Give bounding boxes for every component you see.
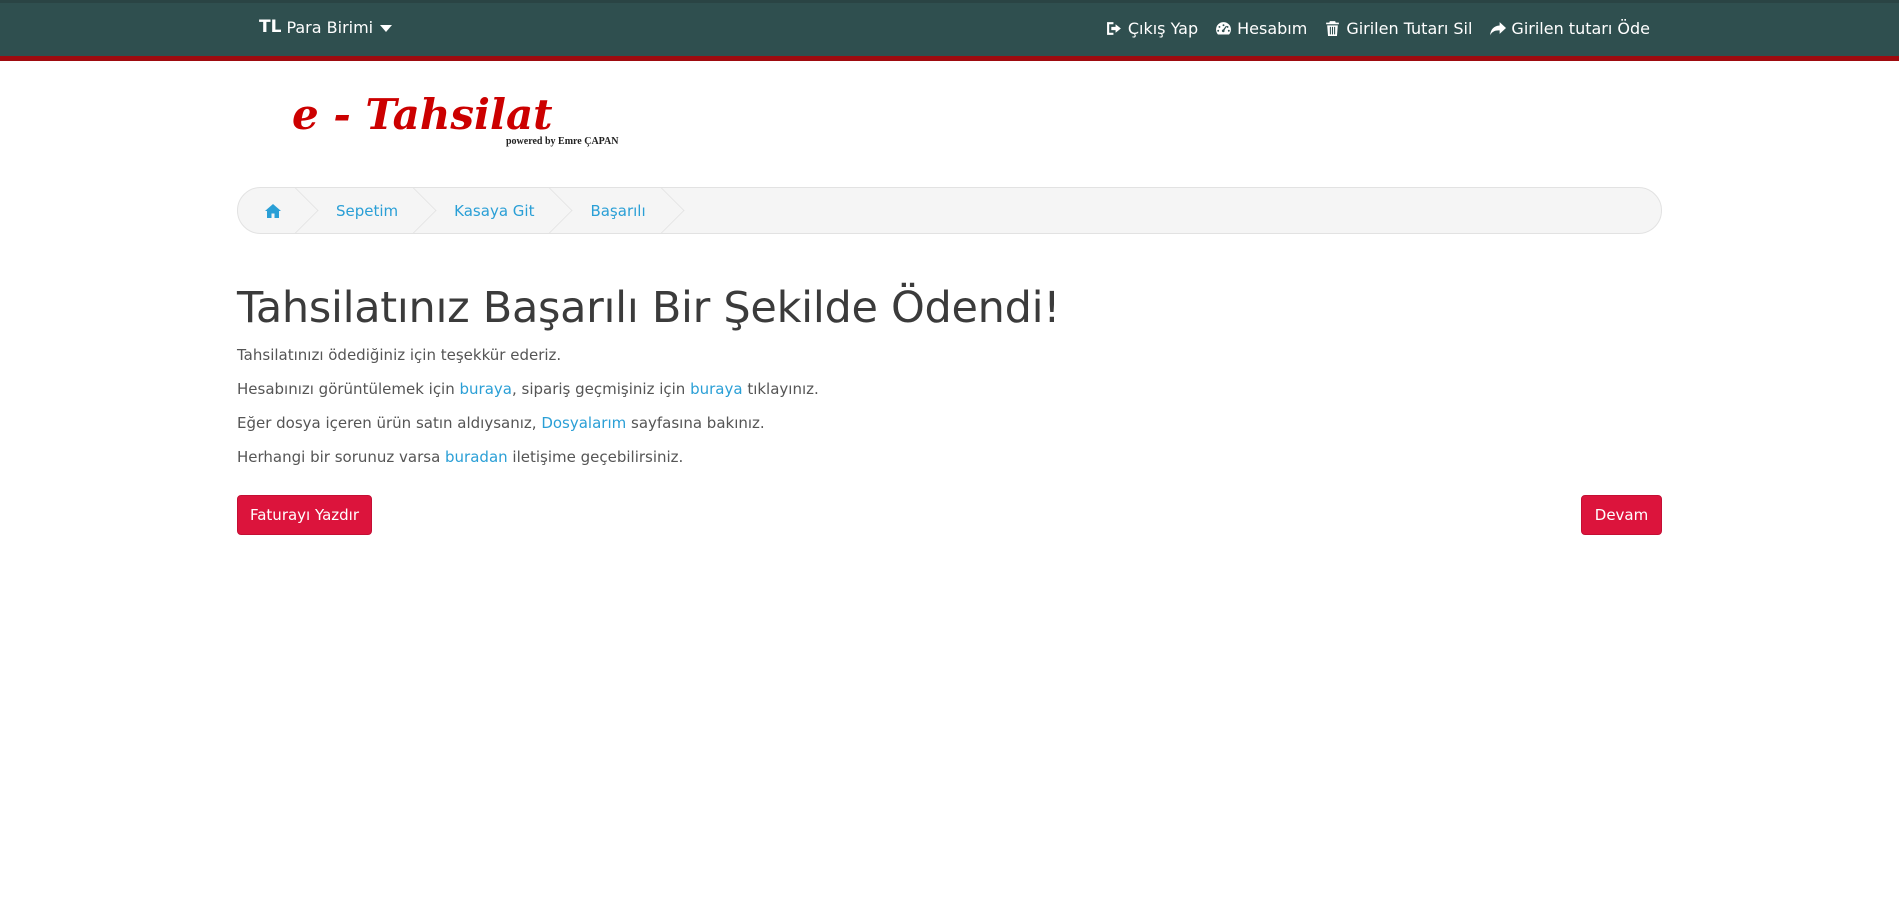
pay-amount-label: Girilen tutarı Öde xyxy=(1511,19,1650,38)
breadcrumb-success-label: Başarılı xyxy=(590,201,646,220)
trash-icon xyxy=(1326,21,1340,36)
logout-label: Çıkış Yap xyxy=(1127,19,1199,38)
breadcrumb-cart[interactable]: Sepetim xyxy=(306,188,424,233)
logo-subtext: powered by Emre ÇAPAN xyxy=(506,136,619,147)
top-nav-links: Çıkış Yap Hesabım Girilen Tutarı Sil Gir… xyxy=(1106,19,1650,38)
account-link-inline[interactable]: buraya xyxy=(460,380,512,398)
account-info-prefix: Hesabınızı görüntülemek için xyxy=(237,380,460,398)
print-invoice-button[interactable]: Faturayı Yazdır xyxy=(237,495,372,535)
breadcrumb-cart-label: Sepetim xyxy=(336,201,399,220)
thanks-text: Tahsilatınızı ödediğiniz için teşekkür e… xyxy=(237,346,562,364)
breadcrumb: Sepetim Kasaya Git Başarılı xyxy=(237,187,1662,234)
top-navbar-inner: TL Para Birimi Çıkış Yap Hesabım Girilen… xyxy=(237,3,1662,56)
home-icon xyxy=(265,203,281,218)
account-info-suffix: tıklayınız. xyxy=(742,380,819,398)
account-info-text: Hesabınızı görüntülemek için buraya, sip… xyxy=(237,378,1662,400)
clear-amount-link[interactable]: Girilen Tutarı Sil xyxy=(1324,19,1472,38)
sign-out-icon xyxy=(1106,22,1121,35)
contact-info-suffix: iletişime geçebilirsiniz. xyxy=(507,448,684,466)
pay-amount-link[interactable]: Girilen tutarı Öde xyxy=(1489,19,1650,38)
downloads-link[interactable]: Dosyalarım xyxy=(541,414,626,432)
logo-text: e - Tahsilat xyxy=(292,90,553,139)
contact-link[interactable]: buradan xyxy=(445,448,508,466)
downloads-info-text: Eğer dosya içeren ürün satın aldıysanız,… xyxy=(237,412,1662,434)
caret-down-icon xyxy=(380,24,393,32)
contact-info-text: Herhangi bir sorunuz varsa buradan ileti… xyxy=(237,446,1662,468)
breadcrumb-checkout-label: Kasaya Git xyxy=(454,201,535,220)
logo-image: e - Tahsilat powered by Emre ÇAPAN xyxy=(292,90,619,147)
logout-link[interactable]: Çıkış Yap xyxy=(1106,19,1198,38)
continue-button[interactable]: Devam xyxy=(1581,495,1662,535)
downloads-info-suffix: sayfasına bakınız. xyxy=(626,414,765,432)
top-navbar: TL Para Birimi Çıkış Yap Hesabım Girilen… xyxy=(0,0,1899,61)
page-title: Tahsilatınız Başarılı Bir Şekilde Ödendi… xyxy=(237,283,1061,333)
breadcrumb-success[interactable]: Başarılı xyxy=(560,188,671,233)
clear-amount-label: Girilen Tutarı Sil xyxy=(1346,19,1473,38)
order-history-link[interactable]: buraya xyxy=(690,380,742,398)
site-logo[interactable]: e - Tahsilat powered by Emre ÇAPAN xyxy=(290,84,630,154)
currency-dropdown[interactable]: TL Para Birimi xyxy=(259,17,393,37)
currency-code: TL xyxy=(259,17,282,37)
share-icon xyxy=(1490,22,1507,36)
contact-info-prefix: Herhangi bir sorunuz varsa xyxy=(237,448,446,466)
account-link[interactable]: Hesabım xyxy=(1215,19,1307,38)
main-content: Tahsilatınız Başarılı Bir Şekilde Ödendi… xyxy=(237,278,1662,535)
dashboard-icon xyxy=(1216,22,1232,35)
breadcrumb-home[interactable] xyxy=(238,188,306,233)
downloads-info-prefix: Eğer dosya içeren ürün satın aldıysanız, xyxy=(237,414,542,432)
breadcrumb-checkout[interactable]: Kasaya Git xyxy=(424,188,560,233)
currency-label: Para Birimi xyxy=(286,17,374,37)
account-label: Hesabım xyxy=(1237,19,1308,38)
account-info-middle: , sipariş geçmişiniz için xyxy=(511,380,691,398)
